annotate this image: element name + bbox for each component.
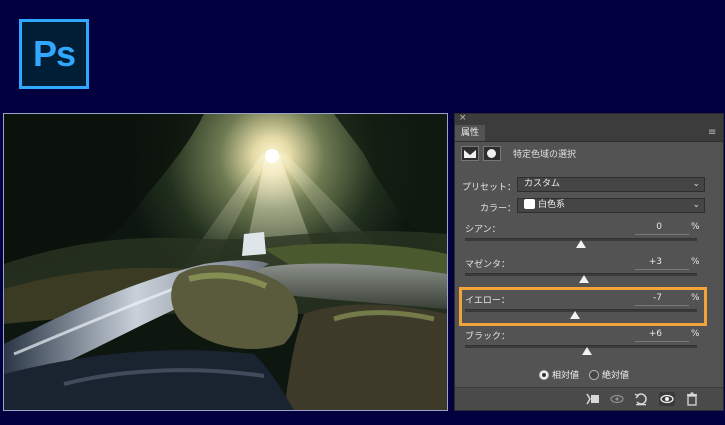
slider-value-field[interactable]: +6 <box>622 329 662 339</box>
slider-thumb[interactable] <box>578 275 589 283</box>
radio-relative[interactable] <box>539 369 549 380</box>
tab-properties[interactable]: 属性 <box>455 125 486 141</box>
properties-panel: × 属性 ≡ 特定色域の選択 プリセット： カスタム ⌄ カラー： 白色系 ⌄ … <box>454 113 724 411</box>
adjustment-title: 特定色域の選択 <box>513 150 577 160</box>
forest-stream-photo <box>3 113 448 411</box>
radio-absolute-label: 絶対値 <box>602 371 630 381</box>
adjustment-layer-icon[interactable] <box>461 146 479 161</box>
visibility-eye-icon[interactable] <box>659 392 675 406</box>
preset-select[interactable]: カスタム ⌄ <box>517 177 705 192</box>
color-value: 白色系 <box>538 200 566 210</box>
panel-title-bar: × <box>455 113 723 125</box>
slider-thumb[interactable] <box>581 347 592 355</box>
trash-icon[interactable] <box>684 392 700 406</box>
radio-relative-label: 相対値 <box>552 371 580 381</box>
panel-bottom-toolbar <box>455 387 723 410</box>
view-previous-icon[interactable] <box>609 392 625 406</box>
slider-label: ブラック： <box>465 332 511 342</box>
logo-text: Ps <box>32 33 76 74</box>
reset-icon[interactable] <box>633 392 649 406</box>
adjustment-header: 特定色域の選択 <box>461 146 576 161</box>
value-underline <box>635 269 689 270</box>
color-label: カラー： <box>480 204 517 214</box>
photoshop-logo: Ps <box>19 19 89 89</box>
slider-label: シアン： <box>465 225 501 235</box>
layer-mask-icon[interactable] <box>483 146 501 161</box>
slider-thumb[interactable] <box>576 240 586 248</box>
percent-unit: % <box>691 222 700 232</box>
slider-label: マゼンタ： <box>465 260 511 270</box>
chevron-down-icon: ⌄ <box>692 179 700 189</box>
panel-menu-icon[interactable]: ≡ <box>708 128 718 138</box>
percent-unit: % <box>691 329 700 339</box>
value-underline <box>635 341 689 342</box>
value-underline <box>635 234 689 235</box>
selective-color-icon <box>464 150 476 158</box>
close-icon[interactable]: × <box>459 113 467 123</box>
yellow-slider-highlight <box>459 287 707 326</box>
slider-value-field[interactable]: 0 <box>622 222 662 232</box>
chevron-down-icon: ⌄ <box>692 200 700 210</box>
clip-to-layer-icon[interactable] <box>585 392 601 406</box>
panel-tab-bar: 属性 ≡ <box>455 125 723 142</box>
preset-label: プリセット： <box>462 183 517 193</box>
method-radio-group: 相対値 絶対値 <box>539 368 629 381</box>
photo-image <box>4 114 447 410</box>
radio-absolute[interactable] <box>589 369 600 380</box>
slider-value-field[interactable]: +3 <box>622 257 662 267</box>
color-select[interactable]: 白色系 ⌄ <box>517 198 705 213</box>
preset-value: カスタム <box>524 179 561 189</box>
percent-unit: % <box>691 257 700 267</box>
color-swatch-icon <box>524 199 535 209</box>
